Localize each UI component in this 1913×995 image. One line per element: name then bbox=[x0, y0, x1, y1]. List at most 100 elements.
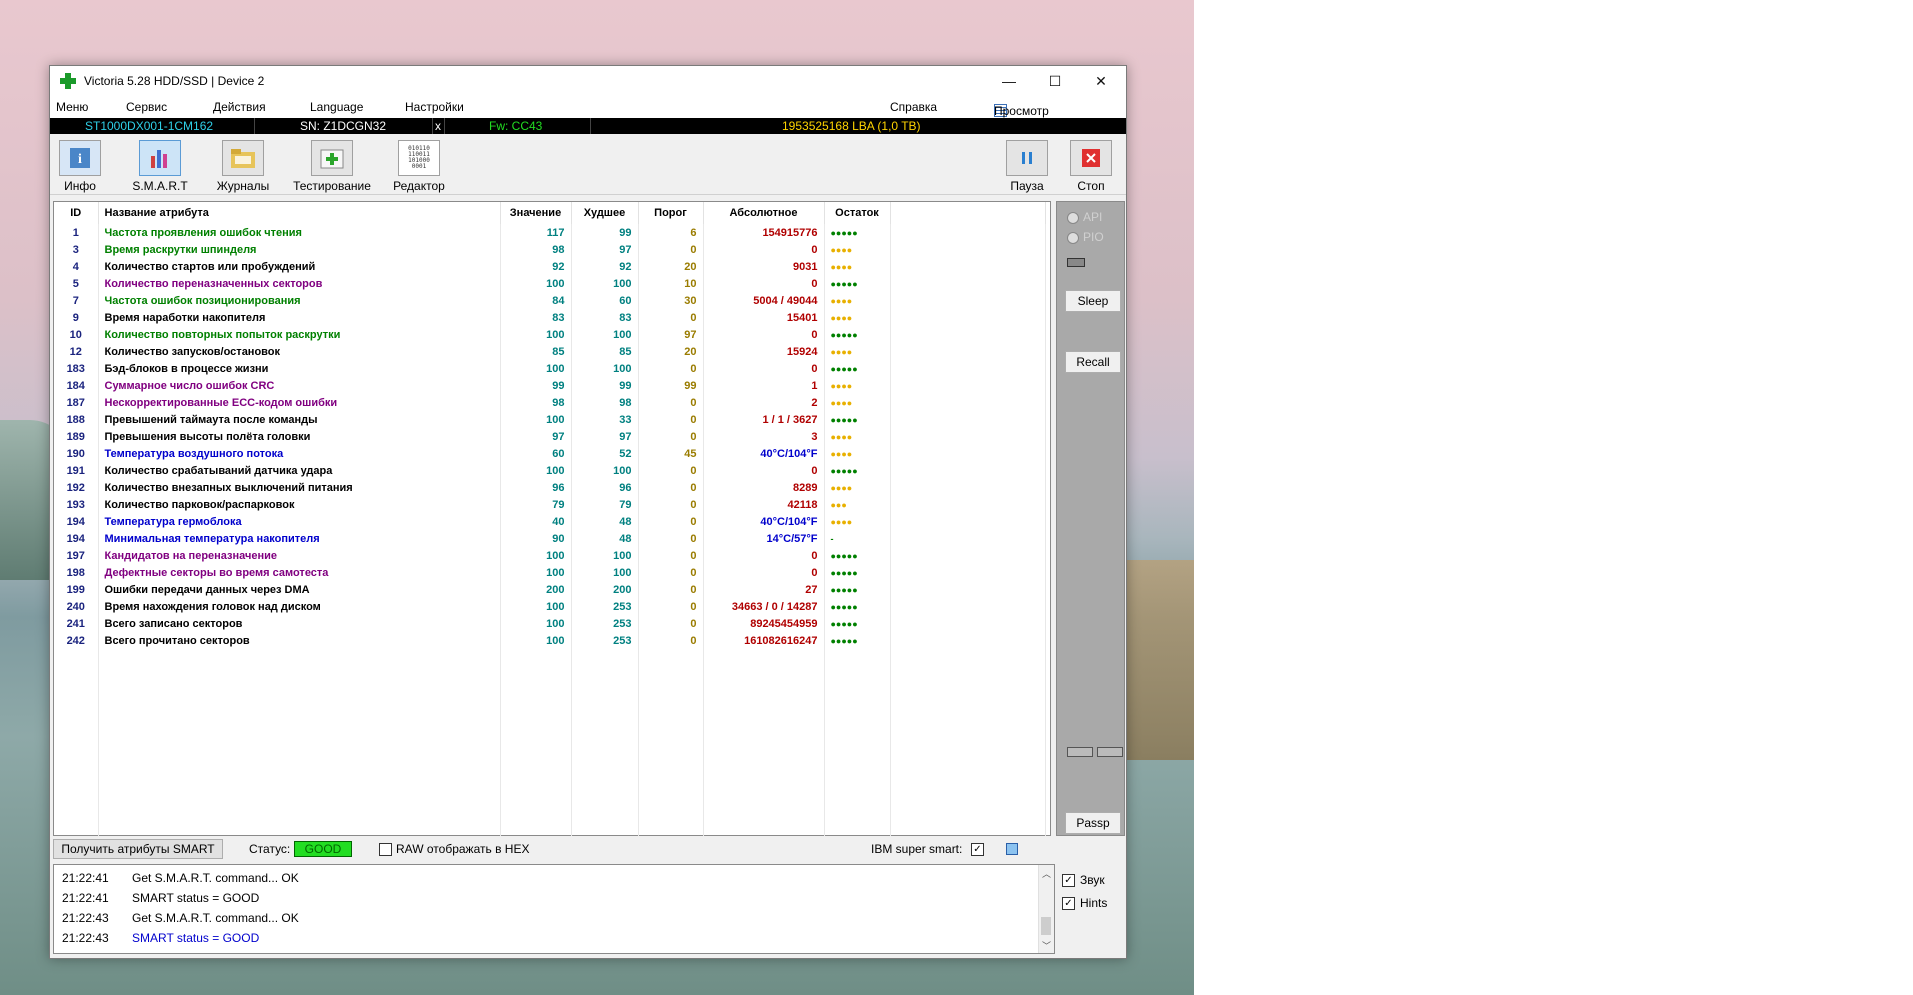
attr-id: 1 bbox=[54, 224, 99, 241]
table-row[interactable]: 240 Время нахождения головок над диском 10… bbox=[54, 598, 1046, 615]
raw-hex-checkbox[interactable] bbox=[379, 843, 392, 856]
attr-threshold: 0 bbox=[638, 428, 704, 445]
pause-button[interactable]: Пауза bbox=[1004, 140, 1050, 193]
menu-item-settings[interactable]: Настройки bbox=[405, 100, 464, 114]
table-row[interactable]: 10 Количество повторных попыток раскрутки… bbox=[54, 326, 1046, 343]
empty-cell bbox=[54, 819, 99, 836]
empty-cell bbox=[98, 785, 501, 802]
attr-empty bbox=[890, 530, 1046, 547]
attr-empty bbox=[890, 615, 1046, 632]
table-row[interactable]: 191 Количество срабатываний датчика удара… bbox=[54, 462, 1046, 479]
attr-threshold: 0 bbox=[638, 530, 704, 547]
raw-hex-label: RAW отображать в HEX bbox=[396, 842, 530, 856]
table-row[interactable]: 198 Дефектные секторы во время самотеста 1… bbox=[54, 564, 1046, 581]
info-icon: i bbox=[59, 140, 101, 176]
sleep-button[interactable]: Sleep bbox=[1065, 290, 1121, 312]
table-row[interactable]: 1 Частота проявления ошибок чтения 117 99 6 1… bbox=[54, 224, 1046, 241]
col-header-absolute[interactable]: Абсолютное bbox=[703, 202, 825, 224]
col-header-worst[interactable]: Худшее bbox=[571, 202, 639, 224]
recall-button[interactable]: Recall bbox=[1065, 351, 1121, 373]
menu-item-help[interactable]: Справка bbox=[890, 100, 937, 114]
attr-id: 9 bbox=[54, 309, 99, 326]
table-row[interactable]: 192 Количество внезапных выключений питан… bbox=[54, 479, 1046, 496]
table-row[interactable]: 7 Частота ошибок позиционирования 84 60 30 50… bbox=[54, 292, 1046, 309]
minimize-button[interactable]: — bbox=[986, 66, 1032, 96]
menu-item-menu[interactable]: Меню bbox=[56, 100, 88, 114]
attr-absolute: 15401 bbox=[703, 309, 825, 326]
col-header-remaining[interactable]: Остаток bbox=[824, 202, 891, 224]
attr-remaining: ●●●●● bbox=[824, 360, 891, 377]
attr-worst: 253 bbox=[571, 615, 639, 632]
table-row[interactable]: 197 Кандидатов на переназначение 100 100 0 0 ●… bbox=[54, 547, 1046, 564]
col-header-id[interactable]: ID bbox=[54, 202, 99, 224]
table-row[interactable]: 194 Температура гермоблока 40 48 0 40°C/104°F… bbox=[54, 513, 1046, 530]
menu-item-service[interactable]: Сервис bbox=[126, 100, 167, 114]
attr-value: 117 bbox=[500, 224, 572, 241]
small-toggle-left[interactable] bbox=[1067, 747, 1093, 757]
attr-name: Время нахождения головок над диском bbox=[98, 598, 501, 615]
table-row[interactable]: 193 Количество парковок/распарковок 79 79 0 4… bbox=[54, 496, 1046, 513]
stop-button[interactable]: Стоп bbox=[1068, 140, 1114, 193]
col-header-empty bbox=[890, 202, 1046, 224]
attr-id: 5 bbox=[54, 275, 99, 292]
col-header-value[interactable]: Значение bbox=[500, 202, 572, 224]
attr-threshold: 0 bbox=[638, 564, 704, 581]
pio-radio[interactable] bbox=[1067, 232, 1079, 244]
get-smart-button[interactable]: Получить атрибуты SMART bbox=[53, 839, 223, 859]
empty-cell bbox=[500, 649, 572, 666]
table-row[interactable]: 241 Всего записано секторов 100 253 0 8924545… bbox=[54, 615, 1046, 632]
table-row[interactable]: 184 Суммарное число ошибок CRC 99 99 99 1 ●●●● bbox=[54, 377, 1046, 394]
table-row[interactable]: 5 Количество переназначенных секторов 100 1… bbox=[54, 275, 1046, 292]
small-toggle-right[interactable] bbox=[1097, 747, 1123, 757]
empty-row bbox=[54, 700, 1046, 717]
scroll-thumb[interactable] bbox=[1041, 917, 1051, 935]
table-row[interactable]: 189 Превышения высоты полёта головки 97 97 0… bbox=[54, 428, 1046, 445]
empty-cell bbox=[890, 802, 1046, 819]
attr-worst: 99 bbox=[571, 377, 639, 394]
table-row[interactable]: 188 Превышений таймаута после команды 100 3… bbox=[54, 411, 1046, 428]
table-row[interactable]: 4 Количество стартов или пробуждений 92 92 2… bbox=[54, 258, 1046, 275]
smart-button[interactable]: S.M.A.R.T bbox=[130, 140, 190, 193]
table-row[interactable]: 190 Температура воздушного потока 60 52 45 40… bbox=[54, 445, 1046, 462]
table-row[interactable]: 183 Бэд-блоков в процессе жизни 100 100 0 0 ●●… bbox=[54, 360, 1046, 377]
table-row[interactable]: 194 Минимальная температура накопителя 90 4… bbox=[54, 530, 1046, 547]
attr-name: Превышения высоты полёта головки bbox=[98, 428, 501, 445]
sound-checkbox[interactable]: ✓ bbox=[1062, 874, 1075, 887]
empty-cell bbox=[890, 785, 1046, 802]
color-indicator[interactable] bbox=[1006, 843, 1018, 855]
table-row[interactable]: 12 Количество запусков/остановок 85 85 20 159… bbox=[54, 343, 1046, 360]
empty-row bbox=[54, 734, 1046, 751]
api-radio[interactable] bbox=[1067, 212, 1079, 224]
logs-label: Журналы bbox=[216, 179, 270, 193]
logs-button[interactable]: Журналы bbox=[213, 140, 273, 193]
col-header-threshold[interactable]: Порог bbox=[638, 202, 704, 224]
scroll-up-icon[interactable]: ︿ bbox=[1042, 867, 1051, 880]
table-row[interactable]: 242 Всего прочитано секторов 100 253 0 161082… bbox=[54, 632, 1046, 649]
attr-remaining: ●●●●● bbox=[824, 326, 891, 343]
close-button[interactable]: ✕ bbox=[1078, 66, 1124, 96]
hints-checkbox[interactable]: ✓ bbox=[1062, 897, 1075, 910]
col-header-name[interactable]: Название атрибута bbox=[98, 202, 501, 224]
table-row[interactable]: 199 Ошибки передачи данных через DMA 200 20… bbox=[54, 581, 1046, 598]
device-close-x[interactable]: x bbox=[435, 119, 441, 133]
menu-item-language[interactable]: Language bbox=[310, 100, 363, 114]
editor-button[interactable]: 010110 110011 101000 0001 Редактор bbox=[387, 140, 451, 193]
passp-button[interactable]: Passp bbox=[1065, 812, 1121, 834]
attr-remaining: ●●●●● bbox=[824, 598, 891, 615]
empty-cell bbox=[571, 734, 639, 751]
info-button[interactable]: i Инфо bbox=[55, 140, 105, 193]
ibm-super-smart-checkbox[interactable]: ✓ bbox=[971, 843, 984, 856]
scroll-down-icon[interactable]: ﹀ bbox=[1042, 939, 1051, 952]
attr-name: Суммарное число ошибок CRC bbox=[98, 377, 501, 394]
attr-id: 7 bbox=[54, 292, 99, 309]
attr-name: Температура воздушного потока bbox=[98, 445, 501, 462]
testing-button[interactable]: Тестирование bbox=[290, 140, 374, 193]
table-row[interactable]: 9 Время наработки накопителя 83 83 0 15401 ●●●… bbox=[54, 309, 1046, 326]
table-row[interactable]: 3 Время раскрутки шпинделя 98 97 0 0 ●●●● bbox=[54, 241, 1046, 258]
log-scrollbar[interactable]: ︿ ﹀ bbox=[1038, 865, 1054, 953]
table-row[interactable]: 187 Нескорректированные ECC-кодом ошибки 9… bbox=[54, 394, 1046, 411]
maximize-button[interactable]: ☐ bbox=[1032, 66, 1078, 96]
attr-remaining: ●●●● bbox=[824, 241, 891, 258]
menu-item-actions[interactable]: Действия bbox=[213, 100, 266, 114]
right-sidebar: API PIO Sleep Recall Passp bbox=[1056, 201, 1125, 836]
